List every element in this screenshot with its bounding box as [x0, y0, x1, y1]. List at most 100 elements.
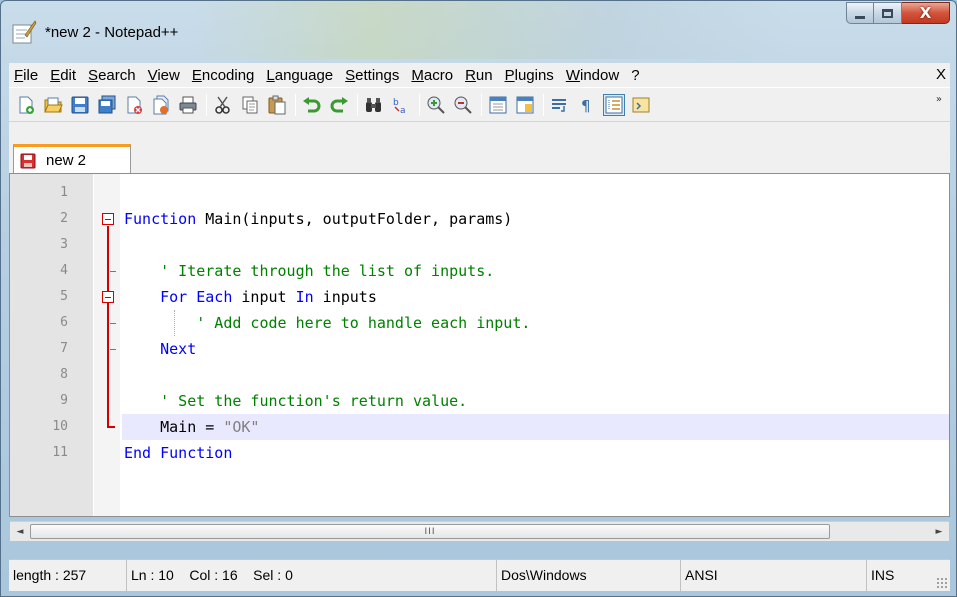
code-line[interactable]: 10 Main = "OK": [10, 414, 949, 440]
status-bar: length : 257 Ln : 10 Col : 16 Sel : 0 Do…: [9, 559, 950, 591]
horizontal-scrollbar[interactable]: ◄ III ►: [10, 521, 949, 541]
copy-button[interactable]: [239, 94, 261, 116]
code-editor[interactable]: 1 2 Function Main(inputs, outputFolder, pa…: [9, 173, 950, 517]
title-bar-glass: [191, 1, 791, 59]
line-number: 3: [60, 237, 68, 252]
toolbar-separator: [543, 93, 544, 116]
replace-button[interactable]: ba: [390, 94, 412, 116]
indent-guide-button[interactable]: [603, 93, 625, 116]
zoom-out-icon: [454, 96, 472, 114]
maximize-button[interactable]: [874, 2, 902, 24]
new-file-button[interactable]: [15, 94, 37, 116]
indent-guide: [174, 310, 175, 336]
menu-window[interactable]: Window: [561, 67, 626, 84]
menu-language[interactable]: Language: [261, 67, 340, 84]
line-text: ' Iterate through the list of inputs.: [124, 258, 494, 284]
comment-token: ' Set the function's return value.: [160, 392, 468, 410]
svg-text:b: b: [393, 98, 399, 108]
print-button[interactable]: [177, 94, 199, 116]
zoom-in-button[interactable]: [425, 94, 447, 116]
zoom-out-button[interactable]: [452, 94, 474, 116]
code-line[interactable]: 1: [10, 180, 949, 206]
menu-encoding[interactable]: Encoding: [187, 67, 262, 84]
line-number: 1: [60, 185, 68, 200]
resize-grip-icon[interactable]: [936, 577, 948, 589]
code-line[interactable]: 3: [10, 232, 949, 258]
cut-button[interactable]: [212, 94, 234, 116]
word-wrap-icon: [552, 98, 566, 112]
menu-view[interactable]: View: [143, 67, 187, 84]
keyword-token: In: [295, 288, 314, 306]
code-line[interactable]: 2 Function Main(inputs, outputFolder, par…: [10, 206, 949, 232]
undo-button[interactable]: [301, 94, 323, 116]
toolbar-separator: [206, 93, 207, 116]
scroll-left-icon[interactable]: ◄: [12, 525, 28, 539]
menu-help[interactable]: ?: [626, 67, 646, 84]
show-all-characters-icon: ¶: [581, 97, 591, 115]
scroll-right-icon[interactable]: ►: [931, 525, 947, 539]
close-icon: X: [919, 4, 932, 22]
menu-search[interactable]: Search: [83, 67, 143, 84]
menu-bar: File Edit Search View Encoding Language …: [9, 63, 950, 87]
status-encoding: ANSI: [681, 560, 867, 591]
paste-button[interactable]: [266, 94, 288, 116]
user-defined-language-button[interactable]: [630, 94, 652, 116]
fold-toggle-function[interactable]: [102, 213, 114, 225]
sync-horizontal-button[interactable]: [514, 94, 536, 116]
close-all-icon: [153, 95, 169, 114]
code-line[interactable]: 5 For Each input In inputs: [10, 284, 949, 310]
find-button[interactable]: [363, 94, 385, 116]
menu-run[interactable]: Run: [460, 67, 500, 84]
line-number: 10: [52, 419, 68, 434]
show-all-characters-button[interactable]: ¶: [576, 94, 598, 116]
caption-buttons: X: [846, 2, 950, 24]
open-file-button[interactable]: [42, 94, 64, 116]
close-file-button[interactable]: [123, 94, 145, 116]
menu-plugins[interactable]: Plugins: [500, 67, 561, 84]
find-icon: [366, 97, 381, 112]
toolbar-overflow-button[interactable]: »: [936, 94, 942, 105]
toolbar-separator: [357, 93, 358, 116]
menu-edit[interactable]: Edit: [45, 67, 83, 84]
code-line[interactable]: 7 Next: [10, 336, 949, 362]
code-line[interactable]: 11 End Function: [10, 440, 949, 466]
code-token: Main(inputs, outputFolder, params): [196, 210, 513, 228]
keyword-token: Function: [124, 210, 197, 228]
close-document-button[interactable]: X: [936, 66, 946, 83]
code-line[interactable]: 8: [10, 362, 949, 388]
redo-icon: [330, 96, 348, 112]
tab-new-2[interactable]: new 2: [13, 144, 131, 174]
word-wrap-button[interactable]: [549, 94, 571, 116]
user-defined-language-icon: [632, 97, 650, 112]
toolbar-separator: [481, 93, 482, 116]
sync-vertical-button[interactable]: [487, 94, 509, 116]
fold-line: [107, 226, 109, 427]
save-button[interactable]: [69, 94, 91, 116]
save-all-icon: [98, 95, 116, 113]
scrollbar-thumb[interactable]: III: [30, 524, 830, 539]
scrollbar-grip: III: [424, 526, 436, 537]
code-line[interactable]: 6 ' Add code here to handle each input.: [10, 310, 949, 336]
save-all-button[interactable]: [96, 94, 118, 116]
line-number: 7: [60, 341, 68, 356]
line-text: Next: [124, 336, 196, 362]
line-text: Main = "OK": [124, 414, 259, 440]
close-button[interactable]: X: [902, 2, 950, 24]
menu-settings[interactable]: Settings: [340, 67, 406, 84]
redo-button[interactable]: [328, 94, 350, 116]
code-line[interactable]: 4 ' Iterate through the list of inputs.: [10, 258, 949, 284]
menu-macro[interactable]: Macro: [406, 67, 460, 84]
title-bar[interactable]: *new 2 - Notepad++ X: [1, 1, 957, 59]
open-file-icon: [44, 97, 63, 112]
minimize-button[interactable]: [846, 2, 874, 24]
line-text: For Each input In inputs: [124, 284, 377, 310]
code-line[interactable]: 9 ' Set the function's return value.: [10, 388, 949, 414]
close-all-button[interactable]: [150, 94, 172, 116]
maximize-icon: [882, 8, 893, 18]
line-number: 11: [52, 445, 68, 460]
fold-toggle-for-each[interactable]: [102, 291, 114, 303]
menu-file[interactable]: File: [9, 67, 45, 84]
